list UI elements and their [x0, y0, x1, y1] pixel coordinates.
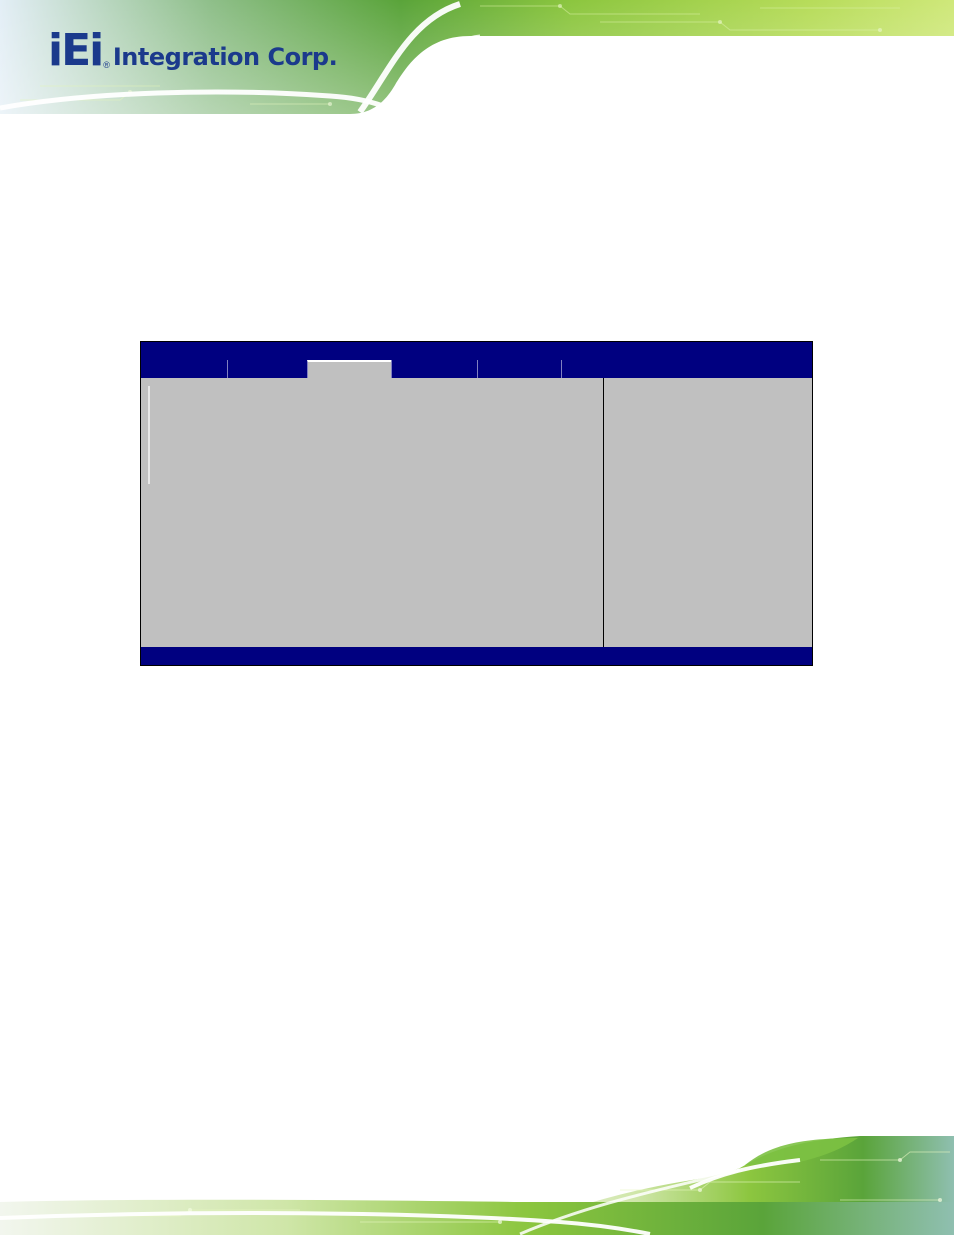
bios-menu-bar-filler [561, 360, 812, 378]
iei-logo-icon: iEi ® Integration Corp. [48, 25, 338, 76]
logo-company-name: Integration Corp. [112, 43, 338, 71]
bios-tab-2[interactable] [227, 360, 307, 378]
header-banner: iEi ® Integration Corp. [0, 0, 954, 118]
bios-screen [140, 341, 813, 666]
logo-registered-mark: ® [103, 60, 110, 70]
bios-tab-3-active[interactable] [307, 360, 391, 378]
bios-menu-bar [141, 342, 812, 378]
footer-swoosh-graphic [0, 1136, 954, 1235]
bios-tab-1[interactable] [141, 360, 227, 378]
bios-help-pane [603, 378, 812, 647]
bios-status-bar [141, 647, 812, 665]
bios-tab-5[interactable] [477, 360, 561, 378]
bios-group-bracket [148, 386, 150, 484]
bios-settings-pane [141, 378, 603, 647]
bios-tab-4[interactable] [391, 360, 477, 378]
logo-mark: iEi [48, 25, 104, 76]
footer-banner [0, 1130, 954, 1235]
